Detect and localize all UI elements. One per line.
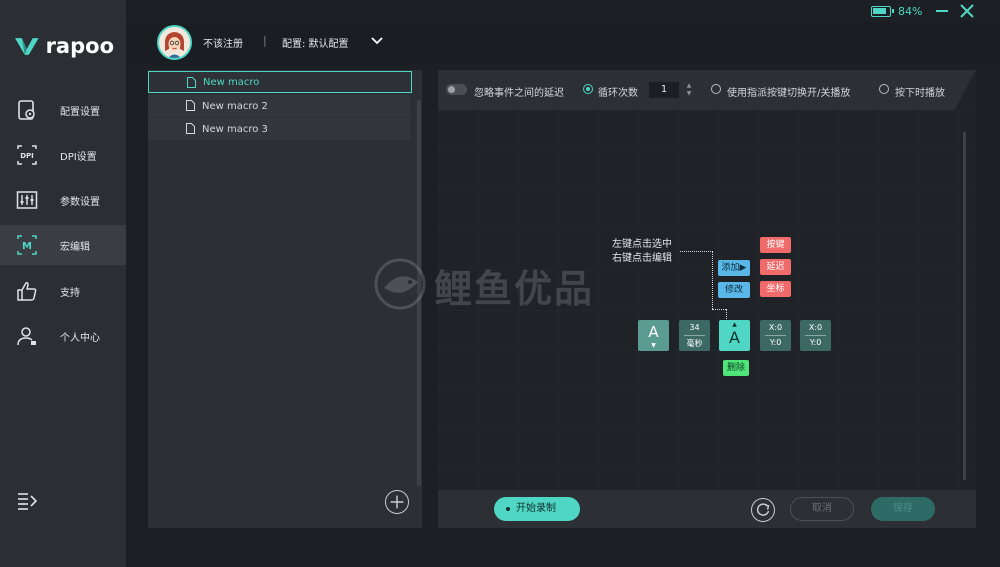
loop-count-radio[interactable] [583, 84, 593, 94]
macro-coordinate-node[interactable]: X:0 Y:0 [800, 320, 831, 351]
chevron-down-icon[interactable] [370, 35, 384, 47]
ignore-delay-label: 忽略事件之间的延迟 [474, 88, 564, 99]
macro-delay-node[interactable]: 34 毫秒 [679, 320, 710, 351]
collapse-menu-icon[interactable] [16, 491, 38, 511]
sidebar-item-support[interactable]: 支持 [0, 271, 126, 311]
macro-icon-text: M [22, 241, 32, 252]
sidebar-item-label: DPI设置 [60, 151, 97, 163]
hint-guide-line [712, 251, 713, 309]
brand-name: rapoo [45, 34, 114, 58]
node-key-label: A [729, 328, 740, 347]
node-divider [684, 335, 705, 336]
config-icon [18, 100, 35, 120]
loop-count-label: 循环次数 [598, 88, 638, 99]
toggle-knob [448, 86, 455, 93]
sidebar-item-macro[interactable]: M 宏编辑 [0, 225, 126, 265]
document-icon [186, 100, 195, 111]
ignore-delay-toggle[interactable] [446, 84, 467, 95]
modify-event-button[interactable]: 修改 [718, 282, 750, 298]
username: 不该注册 [203, 39, 243, 50]
document-icon [187, 77, 196, 88]
arrow-down-icon: ▼ [651, 342, 656, 349]
macro-item[interactable]: New macro 3 [148, 118, 410, 140]
macro-coordinate-node[interactable]: X:0 Y:0 [760, 320, 791, 351]
add-coordinate-menu-item[interactable]: 坐标 [760, 281, 791, 297]
macro-name: New macro 2 [202, 100, 268, 112]
macro-name: New macro 3 [202, 123, 268, 135]
loop-count-input[interactable]: 1 [649, 82, 679, 98]
cancel-button[interactable]: 取消 [790, 497, 854, 521]
thumbs-up-icon [17, 282, 37, 301]
document-icon [186, 123, 195, 134]
header-separator: | [263, 34, 267, 47]
avatar[interactable] [157, 25, 192, 60]
sidebar-item-label: 个人中心 [60, 332, 100, 344]
sidebar: rapoo 配置设置 DPI DPI设置 参数设置 M 宏编辑 支持 个人中心 [0, 0, 126, 567]
add-event-button[interactable]: 添加▶ [718, 260, 750, 276]
hint-line-1: 左键点击选中 [612, 239, 672, 250]
sidebar-item-label: 支持 [60, 287, 80, 299]
add-delay-menu-item[interactable]: 延迟 [760, 259, 791, 275]
sidebar-item-label: 宏编辑 [60, 241, 90, 253]
sidebar-item-config[interactable]: 配置设置 [0, 90, 126, 130]
toggle-key-radio[interactable] [711, 84, 721, 94]
rapoo-logo: rapoo [14, 32, 114, 60]
macro-name: New macro [203, 76, 260, 88]
rapoo-logo-icon [14, 38, 39, 55]
editor-scrollbar[interactable] [963, 132, 966, 480]
dpi-icon-text: DPI [20, 152, 34, 160]
add-macro-button[interactable] [385, 490, 409, 514]
sliders-icon [16, 191, 38, 209]
dpi-icon: DPI [17, 145, 37, 165]
hint-guide-line [726, 309, 727, 319]
minimize-icon[interactable] [935, 5, 949, 17]
add-key-menu-item[interactable]: 按键 [760, 237, 791, 253]
hold-play-radio[interactable] [879, 84, 889, 94]
loop-count-stepper[interactable]: ▲ ▼ [684, 82, 694, 98]
node-divider [805, 335, 826, 336]
watermark-fish-icon [374, 258, 426, 310]
coordinate-x: X:0 [808, 323, 823, 332]
header-bar [126, 22, 1000, 62]
stepper-down-icon[interactable]: ▼ [684, 90, 694, 98]
sidebar-item-params[interactable]: 参数设置 [0, 180, 126, 220]
watermark-text: 鲤鱼优品 [434, 267, 595, 311]
coordinate-y: Y:0 [809, 338, 822, 347]
hold-play-label: 按下时播放 [895, 88, 945, 99]
arrow-up-icon: ▲ [732, 321, 737, 328]
hint-line-2: 右键点击编辑 [612, 253, 672, 264]
node-key-label: A [648, 323, 659, 341]
macro-item[interactable]: New macro [148, 71, 412, 93]
macro-icon: M [17, 235, 37, 255]
sidebar-item-profile[interactable]: 个人中心 [0, 316, 126, 356]
delete-event-button[interactable]: 删除 [723, 360, 749, 376]
toggle-key-label: 使用指派按键切换开/关播放 [727, 88, 851, 99]
close-icon[interactable] [960, 4, 974, 18]
node-divider [765, 335, 786, 336]
start-recording-button[interactable]: 开始录制 [494, 497, 580, 521]
sidebar-item-label: 配置设置 [60, 106, 100, 118]
user-icon [17, 327, 36, 346]
delay-unit: 毫秒 [686, 339, 703, 348]
battery-icon [871, 6, 894, 17]
coordinate-y: Y:0 [769, 338, 782, 347]
battery-level: 84% [898, 5, 923, 18]
refresh-icon[interactable] [751, 498, 775, 522]
battery-fill [873, 8, 886, 14]
macro-key-down-node[interactable]: A ▼ [638, 320, 669, 351]
sidebar-item-label: 参数设置 [60, 196, 100, 208]
sidebar-item-dpi[interactable]: DPI DPI设置 [0, 135, 126, 175]
avatar-icon [159, 27, 190, 58]
macro-key-up-node[interactable]: ▲ A [719, 320, 750, 351]
coordinate-x: X:0 [768, 323, 783, 332]
stepper-up-icon[interactable]: ▲ [684, 82, 694, 90]
editor-hint: 左键点击选中 右键点击编辑 [612, 238, 672, 266]
delay-value: 34 [689, 323, 700, 332]
config-selector-label[interactable]: 配置: 默认配置 [282, 35, 349, 50]
macro-item[interactable]: New macro 2 [148, 95, 410, 117]
hint-guide-line [680, 251, 713, 252]
save-button[interactable]: 保存 [871, 497, 935, 521]
hint-guide-line [712, 309, 726, 310]
